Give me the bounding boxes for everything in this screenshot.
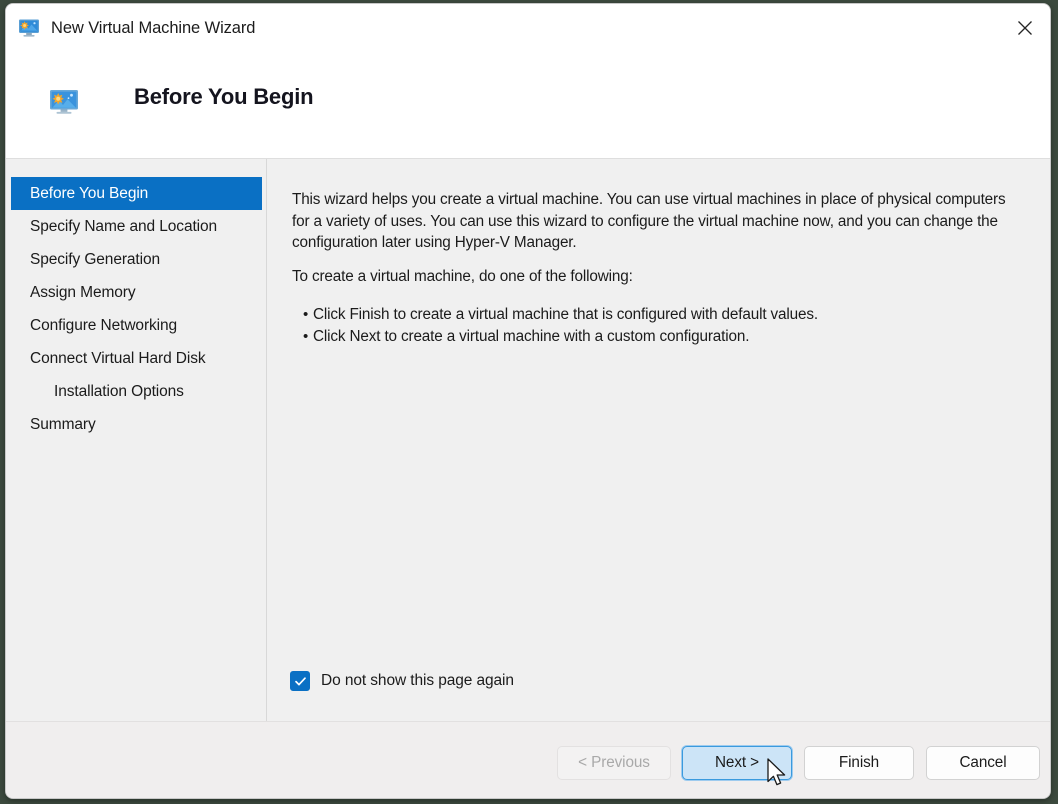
title-bar: New Virtual Machine Wizard bbox=[6, 4, 1050, 52]
wizard-header: Before You Begin bbox=[6, 52, 1050, 159]
sidebar-item-before-you-begin[interactable]: Before You Begin bbox=[11, 177, 262, 210]
create-instructions-paragraph: To create a virtual machine, do one of t… bbox=[292, 268, 633, 285]
sidebar-item-installation-options[interactable]: Installation Options bbox=[11, 375, 262, 408]
sidebar-item-specify-generation[interactable]: Specify Generation bbox=[11, 243, 262, 276]
next-button[interactable]: Next > bbox=[682, 746, 792, 780]
virtual-machine-monitor-icon bbox=[49, 89, 79, 117]
cancel-button[interactable]: Cancel bbox=[926, 746, 1040, 780]
window-title: New Virtual Machine Wizard bbox=[51, 18, 256, 37]
new-virtual-machine-wizard-window: New Virtual Machine Wizard Before You Be… bbox=[5, 3, 1051, 799]
sidebar-item-assign-memory[interactable]: Assign Memory bbox=[11, 276, 262, 309]
wizard-footer: < Previous Next > Finish Cancel bbox=[6, 721, 1050, 798]
page-title: Before You Begin bbox=[134, 84, 314, 109]
sidebar-item-connect-virtual-hard-disk[interactable]: Connect Virtual Hard Disk bbox=[11, 342, 262, 375]
do-not-show-again-row[interactable]: Do not show this page again bbox=[290, 671, 514, 691]
do-not-show-again-checkbox[interactable] bbox=[290, 671, 310, 691]
close-icon bbox=[1017, 20, 1033, 36]
list-item: Click Next to create a virtual machine w… bbox=[292, 326, 1012, 348]
sidebar-item-specify-name-and-location[interactable]: Specify Name and Location bbox=[11, 210, 262, 243]
checkmark-icon bbox=[294, 675, 307, 688]
wizard-step-navigation: Before You Begin Specify Name and Locati… bbox=[6, 159, 267, 721]
wizard-body: Before You Begin Specify Name and Locati… bbox=[6, 159, 1050, 721]
list-item: Click Finish to create a virtual machine… bbox=[292, 304, 1012, 326]
close-button[interactable] bbox=[1002, 6, 1048, 50]
finish-button[interactable]: Finish bbox=[804, 746, 914, 780]
sidebar-item-configure-networking[interactable]: Configure Networking bbox=[11, 309, 262, 342]
options-bullet-list: Click Finish to create a virtual machine… bbox=[292, 304, 1012, 347]
do-not-show-again-label: Do not show this page again bbox=[321, 672, 514, 689]
virtual-machine-monitor-icon bbox=[18, 17, 40, 39]
previous-button[interactable]: < Previous bbox=[557, 746, 671, 780]
intro-paragraph: This wizard helps you create a virtual m… bbox=[292, 191, 1006, 251]
wizard-content-pane: This wizard helps you create a virtual m… bbox=[268, 159, 1050, 721]
sidebar-item-summary[interactable]: Summary bbox=[11, 408, 262, 441]
